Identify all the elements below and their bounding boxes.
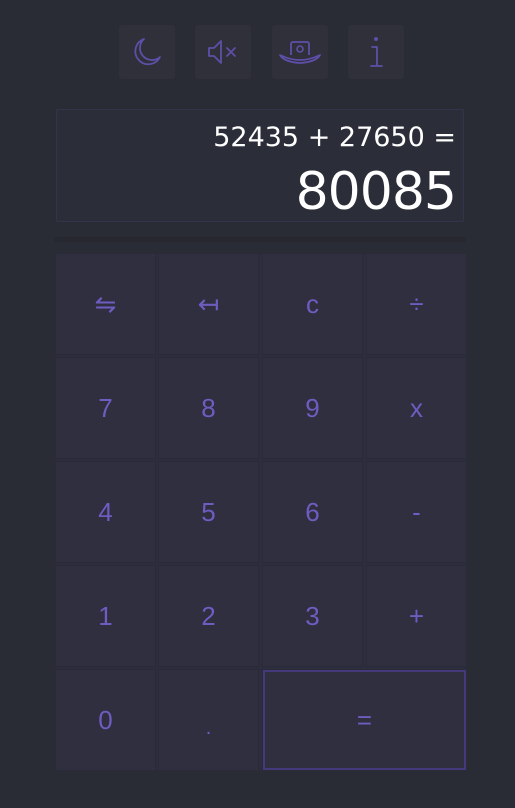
divider bbox=[54, 237, 466, 242]
minus-button[interactable]: - bbox=[367, 462, 466, 562]
calculator-display: 52435 + 27650 = 80085 bbox=[56, 109, 464, 222]
multiply-button[interactable]: x bbox=[367, 358, 466, 458]
speaker-muted-icon bbox=[203, 35, 243, 69]
equals-button[interactable]: = bbox=[263, 670, 466, 770]
swap-button[interactable]: ⇋ bbox=[56, 254, 155, 354]
hat-button[interactable] bbox=[272, 25, 328, 79]
divide-button[interactable]: ÷ bbox=[367, 254, 466, 354]
info-button[interactable] bbox=[348, 25, 404, 79]
theme-toggle-button[interactable] bbox=[119, 25, 175, 79]
expression-text: 52435 + 27650 = bbox=[213, 122, 456, 153]
digit-8-button[interactable]: 8 bbox=[159, 358, 258, 458]
digit-7-button[interactable]: 7 bbox=[56, 358, 155, 458]
keypad: ⇋ ↤ c ÷ 7 8 9 x 4 5 6 - 1 2 3 + 0 . = bbox=[56, 254, 466, 770]
digit-5-button[interactable]: 5 bbox=[159, 462, 258, 562]
digit-3-button[interactable]: 3 bbox=[263, 566, 362, 666]
digit-4-button[interactable]: 4 bbox=[56, 462, 155, 562]
backspace-button[interactable]: ↤ bbox=[159, 254, 258, 354]
digit-2-button[interactable]: 2 bbox=[159, 566, 258, 666]
moon-icon bbox=[130, 35, 164, 69]
decimal-button[interactable]: . bbox=[159, 670, 258, 770]
info-icon bbox=[361, 33, 391, 71]
hat-icon bbox=[276, 35, 324, 69]
sound-toggle-button[interactable] bbox=[195, 25, 251, 79]
calculator-app: 52435 + 27650 = 80085 ⇋ ↤ c ÷ 7 8 9 x 4 … bbox=[0, 0, 515, 808]
digit-6-button[interactable]: 6 bbox=[263, 462, 362, 562]
result-text: 80085 bbox=[295, 162, 457, 222]
digit-9-button[interactable]: 9 bbox=[263, 358, 362, 458]
clear-button[interactable]: c bbox=[263, 254, 362, 354]
plus-button[interactable]: + bbox=[367, 566, 466, 666]
digit-0-button[interactable]: 0 bbox=[56, 670, 155, 770]
digit-1-button[interactable]: 1 bbox=[56, 566, 155, 666]
